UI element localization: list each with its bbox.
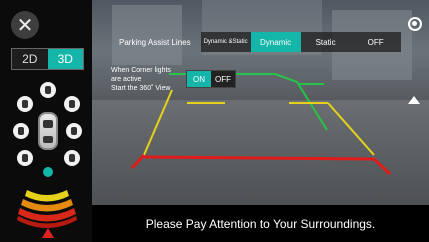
parking-option-dynamic-static[interactable]: Dynamic &Static [200,32,251,52]
left-panel: ✕ 2D 3D [0,0,92,242]
guide-line-red-right [372,157,392,176]
parking-assist-lines-row: Parking Assist Lines Dynamic &Static Dyn… [119,32,401,52]
parking-option-dynamic[interactable]: Dynamic [250,32,301,52]
guide-line-right-yellow [327,102,375,156]
rear-sensor-arcs [17,190,77,228]
camera-view [92,0,429,205]
parking-assist-lines-label: Parking Assist Lines [119,37,191,47]
guide-line-red-left [130,153,146,170]
corner-lights-setting: When Corner lights are active Start the … [111,66,241,101]
corner-lights-text-line3: Start the 360˚ View [111,85,171,92]
expand-up-arrow-icon[interactable] [408,96,420,104]
corner-lights-text-line1: When Corner lights [111,67,171,74]
corner-lights-on-button[interactable]: ON [187,71,211,87]
warning-icon [42,228,54,238]
guide-line-red-base [143,155,375,161]
corner-lights-off-button[interactable]: OFF [211,71,235,87]
parking-guide-lines [130,73,392,176]
parking-option-off[interactable]: OFF [350,32,401,52]
corner-lights-text-line2: are active [111,76,142,83]
notice-bar: Please Pay Attention to Your Surrounding… [92,205,429,242]
sensor-arc-yellow [25,190,69,202]
corner-lights-toggle: ON OFF [186,70,236,88]
parking-option-static[interactable]: Static [300,32,351,52]
settings-gear-icon[interactable] [408,17,422,31]
attention-notice: Please Pay Attention to Your Surrounding… [145,216,376,231]
corner-lights-text: When Corner lights are active Start the … [111,66,183,93]
